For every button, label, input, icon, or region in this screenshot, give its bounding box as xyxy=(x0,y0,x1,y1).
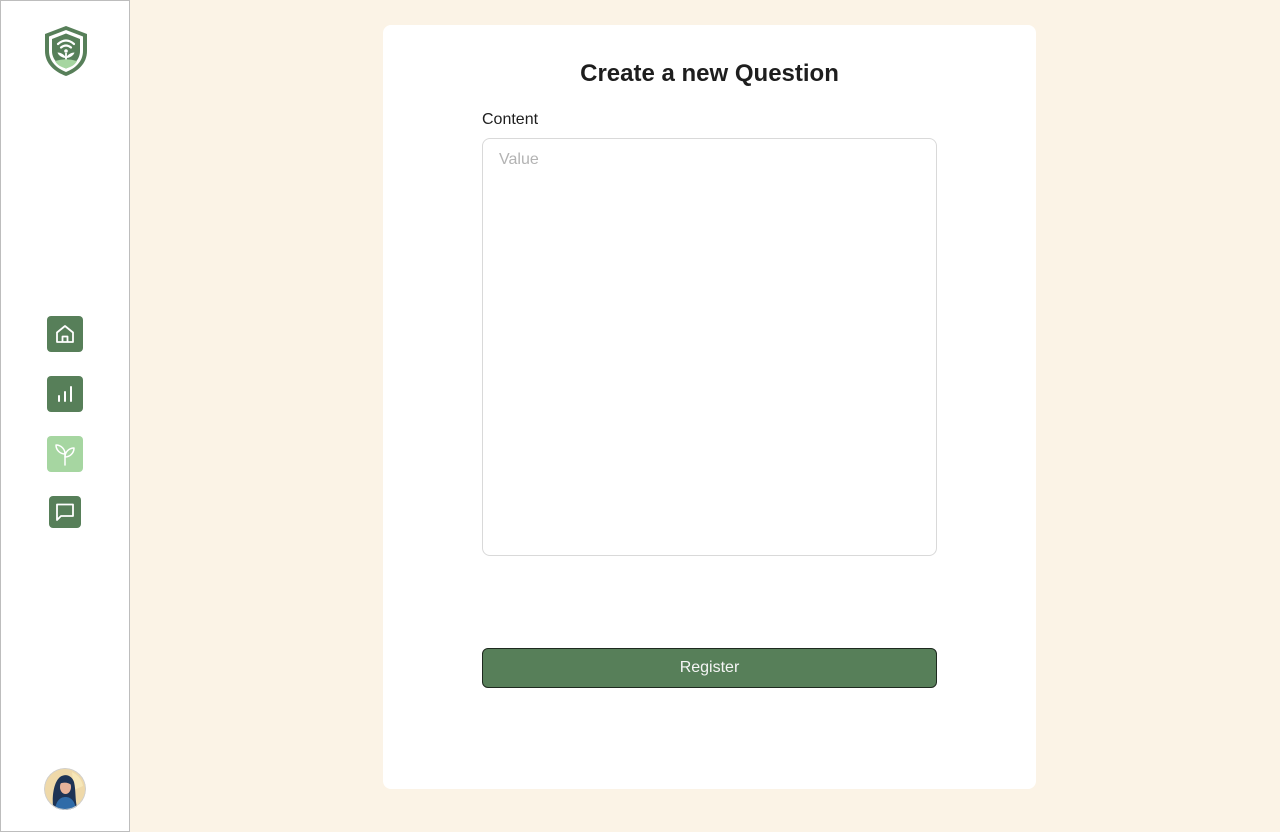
nav-chat-button[interactable] xyxy=(49,496,81,528)
page-title: Create a new Question xyxy=(580,60,839,87)
content-textarea[interactable] xyxy=(482,138,937,556)
sprout-icon xyxy=(55,444,75,466)
sidebar xyxy=(0,0,130,832)
nav-plants-button[interactable] xyxy=(47,436,83,472)
nav-home-button[interactable] xyxy=(47,316,83,352)
content-label: Content xyxy=(482,111,539,128)
shield-plant-wifi-icon[interactable] xyxy=(42,24,90,78)
register-button[interactable]: Register xyxy=(482,648,937,688)
user-avatar[interactable] xyxy=(44,768,86,810)
home-icon xyxy=(56,325,74,343)
nav-stats-button[interactable] xyxy=(47,376,83,412)
chat-icon xyxy=(56,503,74,521)
bar-chart-icon xyxy=(58,386,72,402)
question-form-card: Create a new Question Content Register xyxy=(383,25,1036,789)
